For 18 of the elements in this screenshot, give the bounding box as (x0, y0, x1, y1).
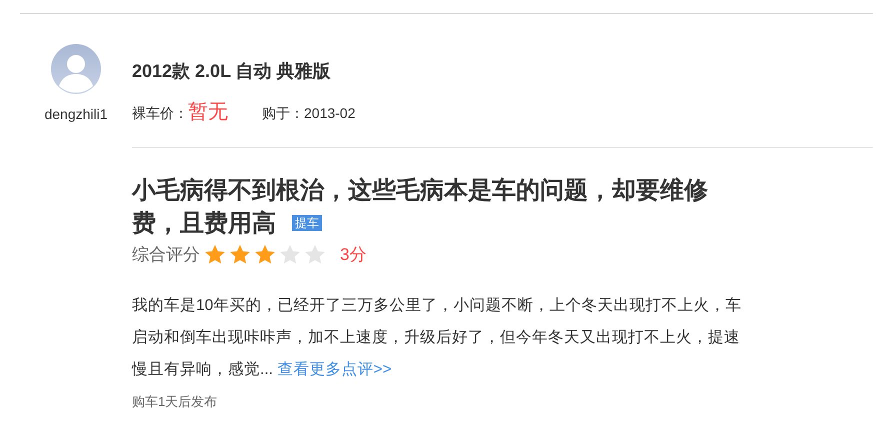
car-model-title: 2012款 2.0L 自动 典雅版 (132, 60, 332, 83)
price-label: 裸车价： (132, 104, 188, 123)
filled-star-icon (229, 244, 251, 266)
filled-star-icon (254, 244, 276, 266)
filled-star-icon (204, 244, 226, 266)
avatar-icon (51, 44, 101, 94)
price-value: 暂无 (188, 100, 228, 125)
review-text: 我的车是10年买的，已经开了三万多公里了，小问题不断，上个冬天出现打不上火，车启动和倒车出现咔咔声，加不上速度，升级后好了，但今年冬天又出现打不上火，提速慢且有异响，感觉... 查看更多点评>> (132, 296, 742, 380)
review-title[interactable]: 小毛病得不到根治，这些毛病本是车的问题，却要维修费，且费用高 提车 (132, 174, 732, 240)
username[interactable]: dengzhili1 (44, 104, 108, 125)
rating-score: 3分 (340, 244, 366, 266)
empty-star-icon (304, 244, 326, 266)
post-time: 购车1天后发布 (132, 392, 218, 410)
empty-star-icon (279, 244, 301, 266)
purchase-date: 2013-02 (304, 104, 356, 123)
rating-label: 综合评分 (132, 244, 200, 266)
review-tag: 提车 (292, 215, 322, 231)
purchase-label: 购于： (262, 104, 304, 123)
